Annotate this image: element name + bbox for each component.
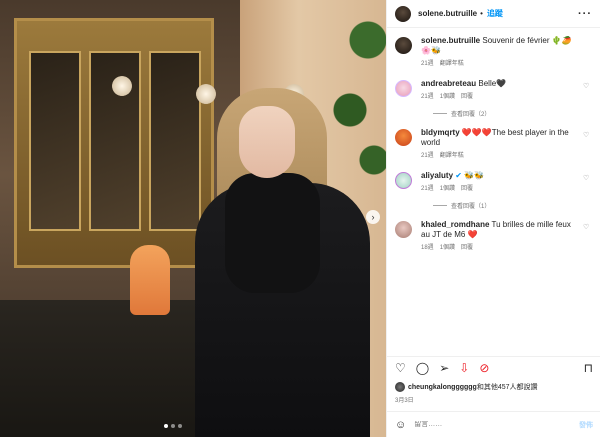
commenter-username[interactable]: andreabreteau [421,79,476,88]
comment-item: bldymqrty ❤️❤️❤️The best player in the w… [395,128,592,161]
comment-item: andreabreteau Belle🖤 21週 1個讚 回覆 ♡ [395,79,592,102]
next-photo-button[interactable]: › [366,210,380,224]
separator-dot: • [480,9,483,18]
view-replies-label[interactable]: 查看回覆（2） [451,109,490,118]
commenter-avatar[interactable] [395,80,412,97]
view-replies[interactable]: 查看回覆（1） [433,201,592,210]
caption: solene.butruille Souvenir de février 🌵🥭🌸… [395,36,592,69]
translate-link[interactable]: 翻譯年糕 [440,151,464,161]
author-avatar[interactable] [395,37,412,54]
replies-line [433,205,447,206]
commenter-username[interactable]: aliyaluty [421,171,453,180]
commenter-avatar[interactable] [395,221,412,238]
view-replies-label[interactable]: 查看回覆（1） [451,201,490,210]
post-photo[interactable]: › [0,0,386,437]
comment-text: 🐝🐝 [464,171,485,180]
translate-link[interactable]: 翻譯年糕 [440,59,464,69]
emoji-icon[interactable]: ☺ [395,419,406,431]
comment-heart-icon[interactable]: ♡ [583,224,590,231]
reply-button[interactable]: 回覆 [461,243,473,253]
commenter-username[interactable]: khaled_romdhane [421,220,489,229]
carousel-dots [164,424,182,428]
comment-time: 18週 [421,245,434,251]
comment-heart-icon[interactable]: ♡ [583,132,590,139]
post-panel: solene.butruille • 追蹤 ··· solene.butruil… [386,0,600,437]
carousel-dot [164,424,168,428]
action-bar: ♡ ◯ ➢ ⇩ ⊘ ⊓ [387,356,600,378]
likes-text[interactable]: 和其他457人都說讚 [477,382,538,392]
post-comment-button[interactable]: 發佈 [579,420,593,430]
comment-likes[interactable]: 1個讚 [440,243,455,253]
follow-button[interactable]: 追蹤 [487,8,503,19]
red-circle-icon[interactable]: ⊘ [479,362,489,374]
comment-likes[interactable]: 1個讚 [440,92,455,102]
liker-avatar[interactable] [395,382,405,392]
comment-time: 21週 [421,153,434,159]
comment-time: 21週 [421,94,434,100]
photo-lamp [112,76,132,96]
comment-heart-icon[interactable]: ♡ [583,83,590,90]
caption-username[interactable]: solene.butruille [421,36,480,45]
author-username[interactable]: solene.butruille [418,9,477,18]
comment-item: aliyaluty ✔ 🐝🐝 21週 1個讚 回覆 ♡ [395,171,592,194]
comments-list[interactable]: solene.butruille Souvenir de février 🌵🥭🌸… [387,28,600,351]
comment-item: khaled_romdhane Tu brilles de mille feux… [395,220,592,253]
caption-time: 21週 [421,61,434,67]
person-face [239,106,295,178]
verified-badge-icon: ✔ [455,171,462,180]
comment-input[interactable] [414,421,579,428]
comment-time: 21週 [421,186,434,192]
view-replies[interactable]: 查看回覆（2） [433,109,592,118]
comment-heart-icon[interactable]: ♡ [583,175,590,182]
add-comment-bar: ☺ 發佈 [387,411,600,437]
commenter-username[interactable]: bldymqrty [421,128,460,137]
comment-icon[interactable]: ◯ [416,362,429,374]
bookmark-icon[interactable]: ⊓ [584,362,593,374]
photo-vase [130,245,170,315]
cabinet-pane [149,51,201,231]
reply-button[interactable]: 回覆 [461,92,473,102]
comment-likes[interactable]: 1個讚 [440,184,455,194]
commenter-avatar[interactable] [395,172,412,189]
reply-button[interactable]: 回覆 [461,184,473,194]
post-date: 3月3日 [395,398,414,404]
more-horizontal-icon[interactable]: ··· [578,8,592,20]
heart-icon[interactable]: ♡ [395,362,406,374]
photo-cabinet [14,18,214,268]
replies-line [433,113,447,114]
paper-plane-icon[interactable]: ➢ [439,362,449,374]
carousel-dot [178,424,182,428]
cabinet-pane [29,51,81,231]
post-header: solene.butruille • 追蹤 ··· [387,0,600,28]
carousel-dot [171,424,175,428]
download-icon[interactable]: ⇩ [459,362,469,374]
person-scarf [225,173,320,293]
photo-person [195,88,370,437]
comment-text: Belle🖤 [478,79,507,88]
author-avatar[interactable] [395,5,411,22]
likes-line: cheungkalongggggg 和其他457人都說讚 [395,382,538,392]
commenter-avatar[interactable] [395,129,412,146]
liker-username[interactable]: cheungkalongggggg [408,384,477,391]
